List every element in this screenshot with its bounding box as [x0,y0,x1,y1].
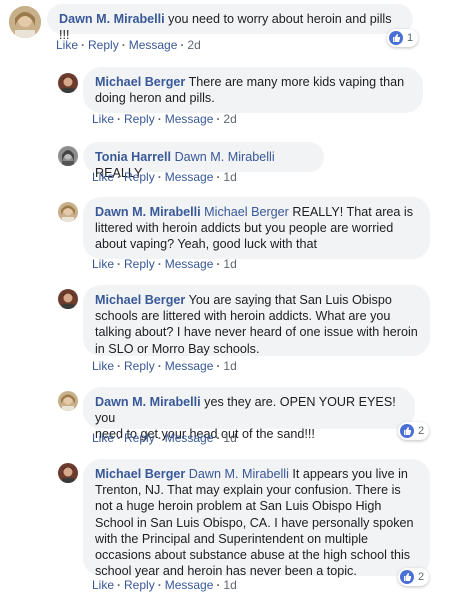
message-link[interactable]: Message [165,170,214,184]
comment-text: about vaping? Yeah, good luck with that [95,237,317,252]
avatar[interactable] [58,202,78,222]
message-link[interactable]: Message [165,112,214,126]
mention-link[interactable]: Dawn M. Mirabelli [175,150,275,164]
like-link[interactable]: Like [92,578,114,592]
reaction-number: 2 [418,571,425,583]
timestamp[interactable]: 2d [223,112,236,126]
comment-author[interactable]: Dawn M. Mirabelli [59,12,165,26]
comment-actions: Like · Reply · Message · 1d [92,578,237,592]
reaction-number: 2 [418,425,425,437]
comment-bubble: Michael Berger You are saying that San L… [83,285,430,356]
reply-link[interactable]: Reply [124,112,155,126]
like-link[interactable]: Like [92,257,114,271]
comment-bubble: Michael Berger Dawn M. Mirabelli It appe… [83,459,430,579]
timestamp[interactable]: 1d [223,578,236,592]
comment-bubble: Tonia Harrell Dawn M. Mirabelli REALLY [83,142,324,180]
timestamp[interactable]: 1d [223,257,236,271]
comment-6: Michael Berger Dawn M. Mirabelli It appe… [0,456,469,600]
comment-text: Trenton, NJ. That may explain your confu… [95,483,401,498]
avatar[interactable] [58,289,78,309]
avatar[interactable] [58,391,78,411]
comment-text: You are saying that San Luis Obispo [188,293,392,307]
like-link[interactable]: Like [92,170,114,184]
comment-text: There are many more kids vaping than [188,75,405,89]
avatar[interactable] [58,463,78,483]
comment-3: Dawn M. Mirabelli Michael Berger REALLY!… [0,192,469,277]
comment-text: doing heron and pills. [95,91,215,106]
reply-link[interactable]: Reply [124,359,155,373]
comment-1: Michael Berger There are many more kids … [0,62,469,132]
comment-text: not a huge heroin problem at San Luis Ob… [95,499,382,514]
comment-author[interactable]: Michael Berger [95,75,185,89]
like-link[interactable]: Like [92,431,114,445]
comment-text: schools are littered with heroin addicts… [95,309,391,324]
reply-link[interactable]: Reply [124,170,155,184]
message-link[interactable]: Message [165,359,214,373]
message-link[interactable]: Message [165,578,214,592]
timestamp[interactable]: 2d [187,38,200,52]
avatar[interactable] [58,146,78,166]
mention-link[interactable]: Michael Berger [204,205,289,219]
comment-text: REALLY! That area is [292,205,414,219]
comment-actions: Like · Reply · Message · 2d [92,112,237,126]
comment-5: Dawn M. Mirabelli yes they are. OPEN YOU… [0,384,469,450]
comment-bubble: Michael Berger There are many more kids … [83,67,423,113]
comment-bubble: Dawn M. Mirabelli yes they are. OPEN YOU… [83,387,415,441]
comment-2: Tonia Harrell Dawn M. Mirabelli REALLY L… [0,137,469,187]
mention-link[interactable]: Dawn M. Mirabelli [189,467,289,481]
comment-actions: Like · Reply · Message · 1d [92,257,237,271]
like-link[interactable]: Like [92,112,114,126]
comment-author[interactable]: Dawn M. Mirabelli [95,395,201,409]
comment-actions: Like · Reply · Message · 1d [92,170,237,184]
comment-text: with the Principal and Superintendent on… [95,531,369,546]
comment-author[interactable]: Michael Berger [95,293,185,307]
timestamp[interactable]: 1d [223,431,236,445]
reply-link[interactable]: Reply [124,257,155,271]
timestamp[interactable]: 1d [223,359,236,373]
like-link[interactable]: Like [92,359,114,373]
reply-link[interactable]: Reply [88,38,119,52]
comment-bubble: Dawn M. Mirabelli Michael Berger REALLY!… [83,197,430,259]
comment-text: littered with heroin addicts but you peo… [95,221,394,236]
comment-author[interactable]: Dawn M. Mirabelli [95,205,201,219]
comment-author[interactable]: Michael Berger [95,467,185,481]
comment-bubble: Dawn M. Mirabelli you need to worry abou… [47,4,413,42]
avatar[interactable] [58,73,78,93]
message-link[interactable]: Message [129,38,178,52]
thumbs-up-icon [400,424,414,438]
comment-text: talking about? I have never heard of one… [95,325,418,340]
comment-text: occasions about substance abuse at the h… [95,548,411,563]
message-link[interactable]: Message [165,257,214,271]
reaction-count[interactable]: 1 [387,29,419,47]
reply-link[interactable]: Reply [124,578,155,592]
thumbs-up-icon [400,570,414,584]
message-link[interactable]: Message [165,431,214,445]
comment-actions: Like · Reply · Message · 1d [92,431,237,445]
comment-actions: Like · Reply · Message · 2d [56,38,201,52]
comment-4: Michael Berger You are saying that San L… [0,282,469,379]
thumbs-up-icon [389,31,403,45]
comment-text: It appears you live in [292,467,408,481]
comment-actions: Like · Reply · Message · 1d [92,359,237,373]
reaction-count[interactable]: 2 [398,568,430,586]
reaction-number: 1 [407,32,414,44]
comment-text: in SLO or Morro Bay schools. [95,341,260,356]
comment-text: school year and heroin has never been a … [95,564,357,579]
comment-author[interactable]: Tonia Harrell [95,150,171,164]
comment-text: School in San Luis Obispo, CA. I have pe… [95,515,414,530]
avatar[interactable] [9,6,41,38]
reply-link[interactable]: Reply [124,431,155,445]
like-link[interactable]: Like [56,38,78,52]
comment-0: Dawn M. Mirabelli you need to worry abou… [0,0,469,58]
reaction-count[interactable]: 2 [398,422,430,440]
timestamp[interactable]: 1d [223,170,236,184]
